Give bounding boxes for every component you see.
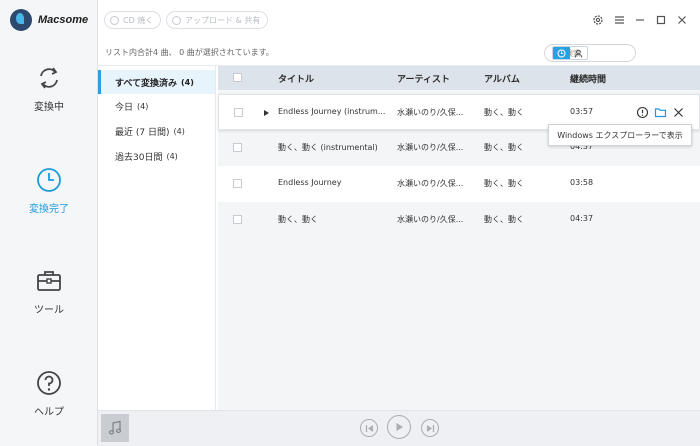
filter-last-7-days[interactable]: 最近 (7 日間) (4)	[98, 119, 215, 143]
menu-button[interactable]	[612, 13, 626, 27]
header-album[interactable]: アルバム	[484, 72, 520, 85]
gear-icon	[593, 15, 603, 25]
filter-label: 過去30日間	[115, 152, 163, 163]
maximize-button[interactable]	[654, 13, 668, 27]
filter-label: すべて変換済み	[115, 78, 178, 89]
filter-today[interactable]: 今日 (4)	[98, 94, 215, 118]
cell-duration: 03:57	[570, 107, 594, 116]
cell-artist: 水瀬いのり/久保...	[397, 143, 464, 152]
cell-album: 動く、動く	[484, 215, 524, 224]
row-checkbox[interactable]	[233, 143, 242, 152]
app-name: Macsome	[38, 14, 89, 26]
filter-label: 今日	[115, 102, 134, 113]
nav-help[interactable]: ヘルプ	[0, 369, 98, 418]
next-track-button[interactable]	[421, 419, 439, 437]
burn-cd-button[interactable]: CD 焼く	[104, 11, 162, 29]
row-checkbox[interactable]	[233, 215, 242, 224]
nav-tools-label: ツール	[34, 305, 64, 316]
play-pause-button[interactable]	[387, 415, 411, 439]
cell-duration: 04:37	[570, 214, 594, 223]
cell-title: Endless Journey (instrum...	[278, 107, 386, 116]
app-brand: Macsome	[10, 9, 88, 31]
toolbox-icon	[37, 271, 61, 291]
filter-all-converted[interactable]: すべて変換済み (4)	[98, 70, 215, 94]
row-checkbox[interactable]	[233, 179, 242, 188]
header-title[interactable]: タイトル	[278, 72, 314, 85]
album-art	[101, 414, 129, 442]
music-note-icon	[108, 420, 122, 435]
converted-tracks-table: タイトル アーティスト アルバム 継続時間 Endless Journey (i…	[218, 66, 700, 410]
show-in-explorer-tooltip: Windows エクスプローラーで表示	[548, 124, 692, 146]
filter-count: (4)	[181, 77, 194, 87]
header-duration[interactable]: 継続時間	[570, 72, 606, 85]
filter-label: 最近 (7 日間)	[115, 127, 170, 138]
disc-icon	[110, 15, 119, 25]
nav-converting[interactable]: 変換中	[0, 64, 98, 113]
nav-tools[interactable]: ツール	[0, 267, 98, 316]
folder-icon[interactable]	[654, 106, 667, 119]
cell-artist: 水瀬いのり/久保...	[397, 108, 464, 117]
close-icon	[678, 16, 686, 24]
play-circle-icon	[396, 423, 403, 431]
filter-sidebar: すべて変換済み (4) 今日 (4) 最近 (7 日間) (4) 過去30日間 …	[98, 66, 216, 410]
menu-icon	[614, 16, 624, 24]
cell-album: 動く、動く	[484, 179, 524, 188]
filter-last-30-days[interactable]: 過去30日間 (4)	[98, 144, 215, 168]
settings-button[interactable]	[591, 13, 605, 27]
cell-duration: 03:58	[570, 178, 594, 187]
nav-help-label: ヘルプ	[34, 407, 64, 418]
previous-track-button[interactable]	[360, 419, 378, 437]
nav-converted-label: 変換完了	[29, 204, 69, 215]
view-toggle	[552, 46, 588, 60]
cell-artist: 水瀬いのり/久保...	[397, 215, 464, 224]
filter-count: (4)	[166, 151, 178, 161]
user-view-button[interactable]	[570, 47, 587, 59]
nav-converting-label: 変換中	[34, 102, 64, 113]
next-icon	[426, 424, 434, 432]
minimize-icon	[636, 19, 644, 21]
info-icon[interactable]	[636, 106, 649, 119]
app-logo-icon	[10, 9, 32, 31]
upload-share-button[interactable]: アップロード & 共有	[166, 11, 269, 29]
play-icon[interactable]	[264, 110, 269, 116]
help-icon	[37, 371, 61, 395]
table-row[interactable]: Endless Journey 水瀬いのり/久保... 動く、動く 03:58	[218, 166, 700, 202]
clock-small-icon	[557, 49, 566, 57]
previous-icon	[365, 424, 373, 432]
info-bar: リスト内合計4 曲、 0 曲が選択されています。	[98, 40, 700, 66]
burn-cd-label: CD 焼く	[123, 15, 154, 25]
selection-summary: リスト内合計4 曲、 0 曲が選択されています。	[105, 48, 274, 57]
filter-count: (4)	[137, 101, 149, 111]
top-toolbar: CD 焼く アップロード & 共有	[98, 0, 700, 40]
upload-icon	[172, 15, 181, 25]
table-header: タイトル アーティスト アルバム 継続時間	[218, 66, 700, 90]
converting-icon	[40, 67, 58, 89]
cell-title: 動く、動く (instrumental)	[278, 143, 378, 152]
cell-title: 動く、動く	[278, 215, 318, 224]
left-navigation: Macsome 変換中 変換完了 ツール ヘルプ	[0, 0, 98, 446]
row-checkbox[interactable]	[234, 108, 243, 117]
history-view-button[interactable]	[553, 47, 570, 59]
delete-icon[interactable]	[672, 106, 685, 119]
user-icon	[574, 49, 583, 58]
select-all-checkbox[interactable]	[233, 73, 242, 82]
maximize-icon	[656, 15, 666, 25]
player-bar	[98, 410, 700, 446]
cell-title: Endless Journey	[278, 178, 342, 187]
filter-count: (4)	[173, 126, 185, 136]
close-window-button[interactable]	[675, 13, 689, 27]
upload-share-label: アップロード & 共有	[185, 15, 261, 25]
cell-album: 動く、動く	[484, 108, 524, 117]
cell-artist: 水瀬いのり/久保...	[397, 179, 464, 188]
header-artist[interactable]: アーティスト	[397, 72, 450, 85]
nav-converted[interactable]: 変換完了	[0, 166, 98, 215]
minimize-button[interactable]	[633, 13, 647, 27]
clock-icon	[37, 168, 61, 192]
table-row[interactable]: 動く、動く 水瀬いのり/久保... 動く、動く 04:37	[218, 202, 700, 238]
